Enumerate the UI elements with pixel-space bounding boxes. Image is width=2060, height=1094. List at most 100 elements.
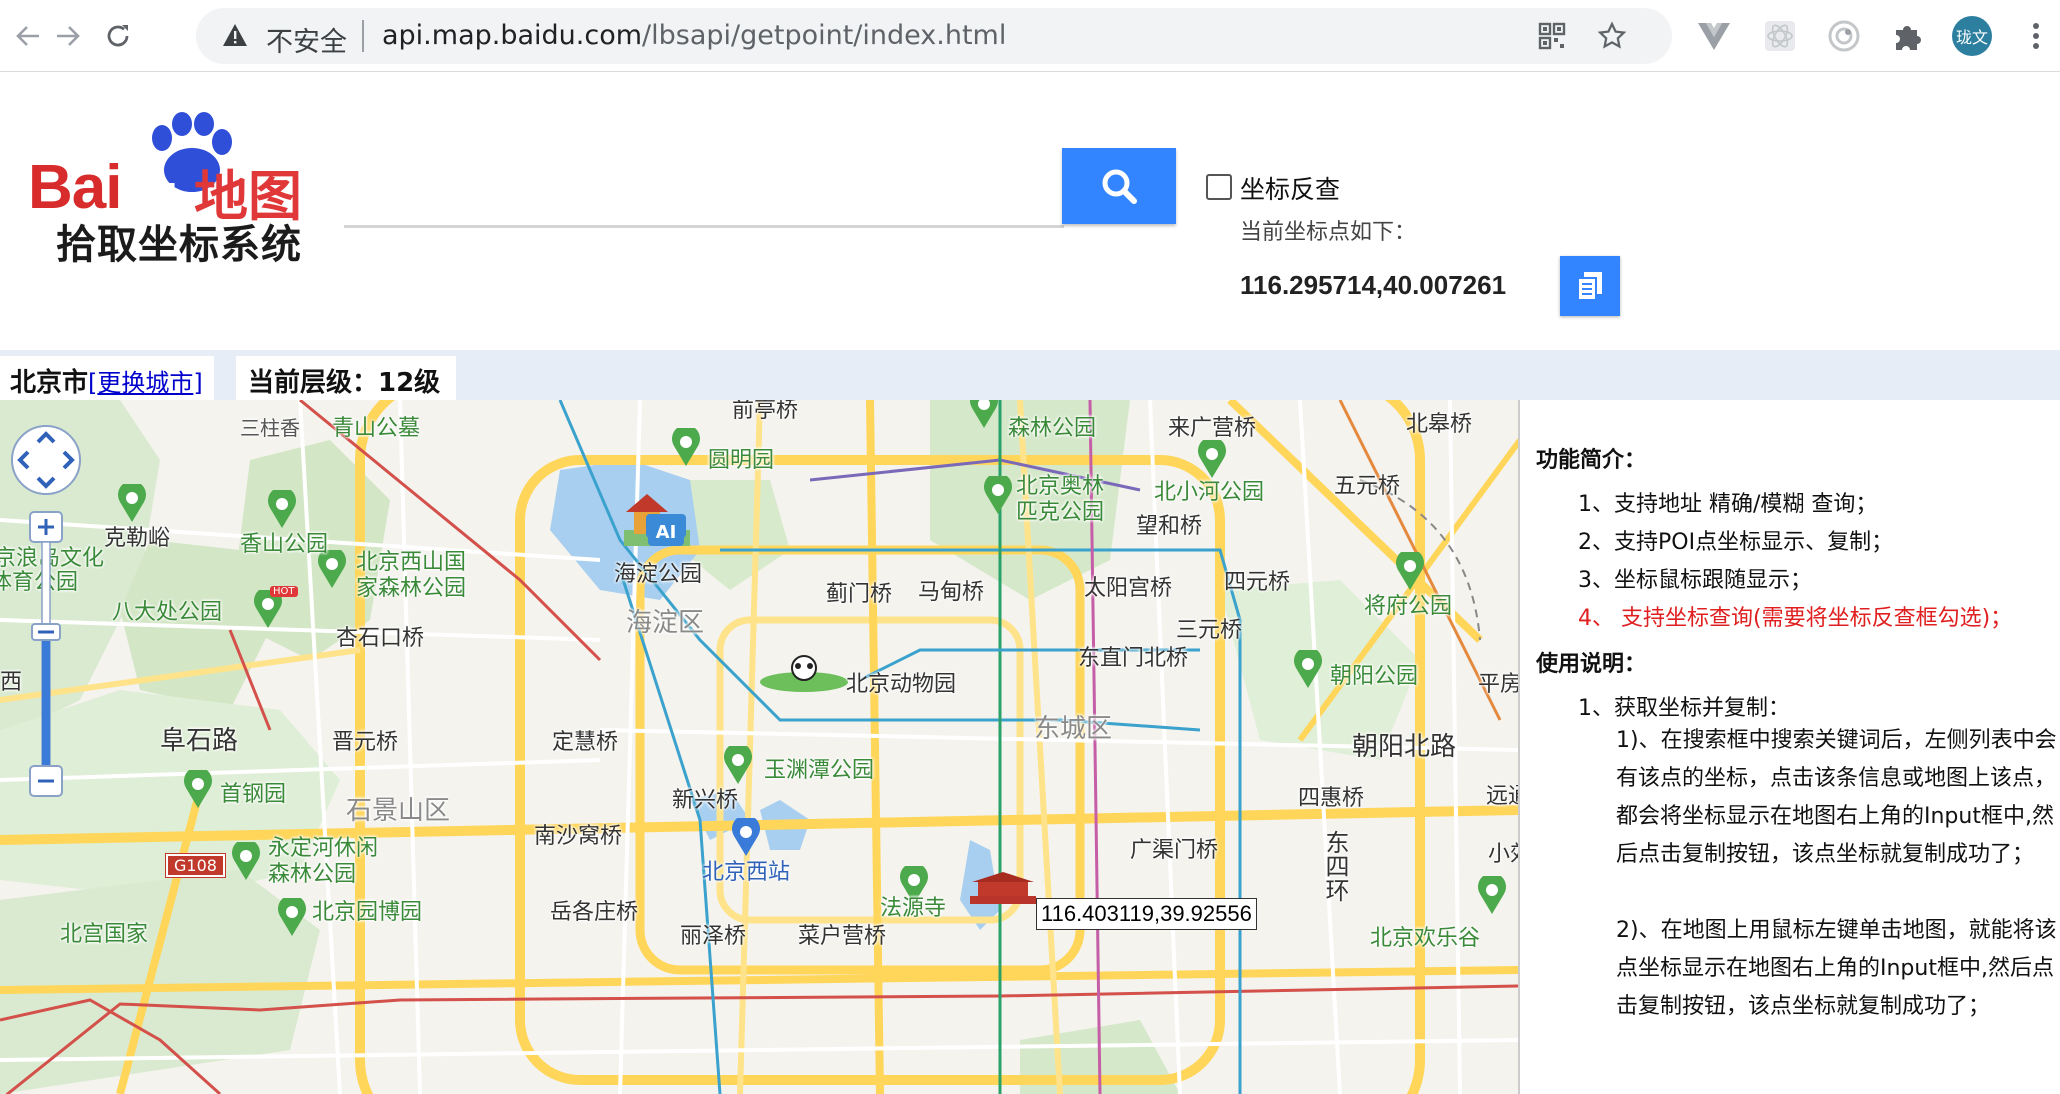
puzzle-icon [1896, 26, 1921, 50]
map-label: 岳各庄桥 [550, 900, 639, 925]
search-button[interactable] [1062, 148, 1176, 224]
hover-coordinate-tooltip: 116.403119,39.92556 [1036, 898, 1257, 930]
map-label: 海淀公园 [614, 562, 703, 587]
back-button[interactable] [6, 14, 50, 58]
warning-triangle-icon [223, 24, 247, 46]
map-canvas[interactable]: AI 116.403119,39.92556 HOT 三柱香 青山公墓 前亭桥 … [0, 400, 1520, 1094]
jiangfu-park-icon [1396, 552, 1424, 590]
g108-badge: G108 [166, 854, 225, 877]
yongding-park-icon [232, 842, 260, 880]
reverse-lookup-label[interactable]: 坐标反查 [1240, 170, 1340, 206]
intro-item: 1、支持地址 精确/模糊 查询； [1578, 492, 1878, 517]
map-label: 海淀区 [626, 608, 705, 638]
city-name: 北京市 [10, 368, 89, 398]
intro-item-highlight: 4、 支持坐标查询(需要将坐标反查框勾选)； [1578, 606, 2013, 631]
bracket-close: ] [193, 369, 203, 397]
map-label: 北京动物园 [846, 672, 957, 697]
map-label: 石景山区 [346, 796, 451, 826]
logo-subtitle: 拾取坐标系统 [56, 222, 302, 268]
logo-du: du [129, 169, 177, 213]
react-icon [1765, 21, 1795, 51]
map-label: 菜户营桥 [798, 924, 887, 949]
map-label: 西 [0, 670, 23, 695]
map-label: 北宫国家 [60, 922, 149, 947]
copy-coord-button[interactable] [1560, 256, 1620, 316]
map-label: 八大处公园 [112, 600, 223, 625]
copy-icon [1577, 272, 1602, 301]
map-label: 东四环 [1321, 830, 1349, 902]
usage-paragraph: 1)、在搜索框中搜索关键词后，左侧列表中会有该点的坐标，点击该条信息或地图上该点… [1616, 728, 2057, 867]
map-label: 马甸桥 [918, 580, 985, 605]
map-label: 北京欢乐谷 [1370, 926, 1481, 951]
current-coord-label: 当前坐标点如下： [1240, 220, 1417, 245]
browser-toolbar: 不安全 api.map.baidu.com/lbsapi/getpoint/in… [0, 0, 2060, 72]
forward-arrow-icon [57, 26, 80, 46]
forward-button[interactable] [46, 14, 90, 58]
intro-item: 2、支持POI点坐标显示、复制； [1578, 530, 1894, 555]
map-label: 克勒峪 [104, 526, 171, 551]
reload-button[interactable] [96, 14, 140, 58]
extensions-button[interactable] [1888, 16, 1928, 56]
map-label: 北京园博园 [312, 900, 423, 925]
map-label: 青山公墓 [332, 416, 421, 441]
map-label: 北皋桥 [1406, 412, 1473, 437]
map-label: 东城区 [1034, 714, 1113, 744]
map-pan-control[interactable] [8, 422, 84, 498]
map-label: 北京奥林 匹克公园 [1016, 474, 1105, 525]
zoom-level-tab: 当前层级：12级 [236, 356, 456, 400]
map-zoom-control[interactable] [28, 510, 64, 800]
profile-avatar[interactable]: 珑文 [1952, 16, 1992, 56]
usage-item: 1、获取坐标并复制： [1578, 696, 1790, 721]
baidu-map-logo[interactable]: Bai du 地图 拾取坐标系统 [24, 112, 314, 268]
map-label: 新兴桥 [672, 788, 739, 813]
map-label: 将府公园 [1364, 594, 1453, 619]
map-label: 来广营桥 [1168, 416, 1257, 441]
search-input[interactable] [344, 148, 1064, 228]
map-label: 北京西山国 家森林公园 [356, 550, 467, 601]
usage-paragraph: 2)、在地图上用鼠标左键单击地图，就能将该点坐标显示在地图右上角的Input框中… [1616, 918, 2057, 1019]
map-label: 广渠门桥 [1130, 838, 1219, 863]
map-label: 北小河公园 [1154, 480, 1265, 505]
extension-react[interactable] [1760, 16, 1800, 56]
map-label: 朝阳北路 [1352, 732, 1457, 762]
url-text[interactable]: api.map.baidu.com/lbsapi/getpoint/index.… [382, 20, 1006, 51]
olympic-park-icon [984, 476, 1012, 514]
bookmark-star-button[interactable] [1596, 20, 1628, 52]
map-label: 定慧桥 [552, 730, 619, 755]
extension-target[interactable] [1824, 16, 1864, 56]
tiananmen-icon [970, 872, 1036, 904]
map-label: 四惠桥 [1298, 786, 1365, 811]
kelezhu-park-icon [118, 484, 146, 522]
url-host: api.map.baidu.com [382, 20, 643, 51]
map-label: 小郊 [1488, 842, 1518, 867]
map-info-bar: 北京市[更换城市] 当前层级：12级 [0, 350, 2060, 400]
extension-vue[interactable] [1694, 16, 1734, 56]
map-label: 玉渊潭公园 [764, 758, 875, 783]
map-label: 杏石口桥 [336, 626, 425, 651]
forest-park-icon [970, 400, 998, 428]
edge-park-icon [1478, 876, 1506, 914]
zoo-panda-icon [760, 655, 848, 692]
address-separator [362, 20, 364, 52]
kebab-menu-icon [2033, 23, 2039, 49]
map-label: 丽泽桥 [680, 924, 747, 949]
map-label: 远通 [1486, 784, 1518, 809]
map-label: 阜石路 [160, 726, 239, 756]
star-icon [1597, 21, 1627, 49]
qr-code-button[interactable] [1536, 20, 1568, 52]
browser-menu-button[interactable] [2016, 16, 2056, 56]
qr-code-icon [1538, 22, 1566, 50]
vue-icon [1698, 23, 1730, 50]
address-bar[interactable]: 不安全 api.map.baidu.com/lbsapi/getpoint/in… [196, 8, 1672, 64]
bracket-open: [ [88, 369, 98, 397]
map-label: 四元桥 [1224, 570, 1291, 595]
intro-title: 功能简介： [1536, 448, 1647, 473]
map-label: 香山公园 [240, 532, 329, 557]
reverse-lookup-checkbox[interactable] [1206, 174, 1232, 200]
hot-badge: HOT [270, 586, 298, 597]
ai-badge: AI [648, 520, 684, 546]
target-icon [1828, 20, 1860, 52]
change-city-link[interactable]: 更换城市 [97, 369, 193, 397]
map-label: 永定河休闲 森林公园 [268, 836, 379, 887]
map-label: 太阳宫桥 [1084, 576, 1173, 601]
